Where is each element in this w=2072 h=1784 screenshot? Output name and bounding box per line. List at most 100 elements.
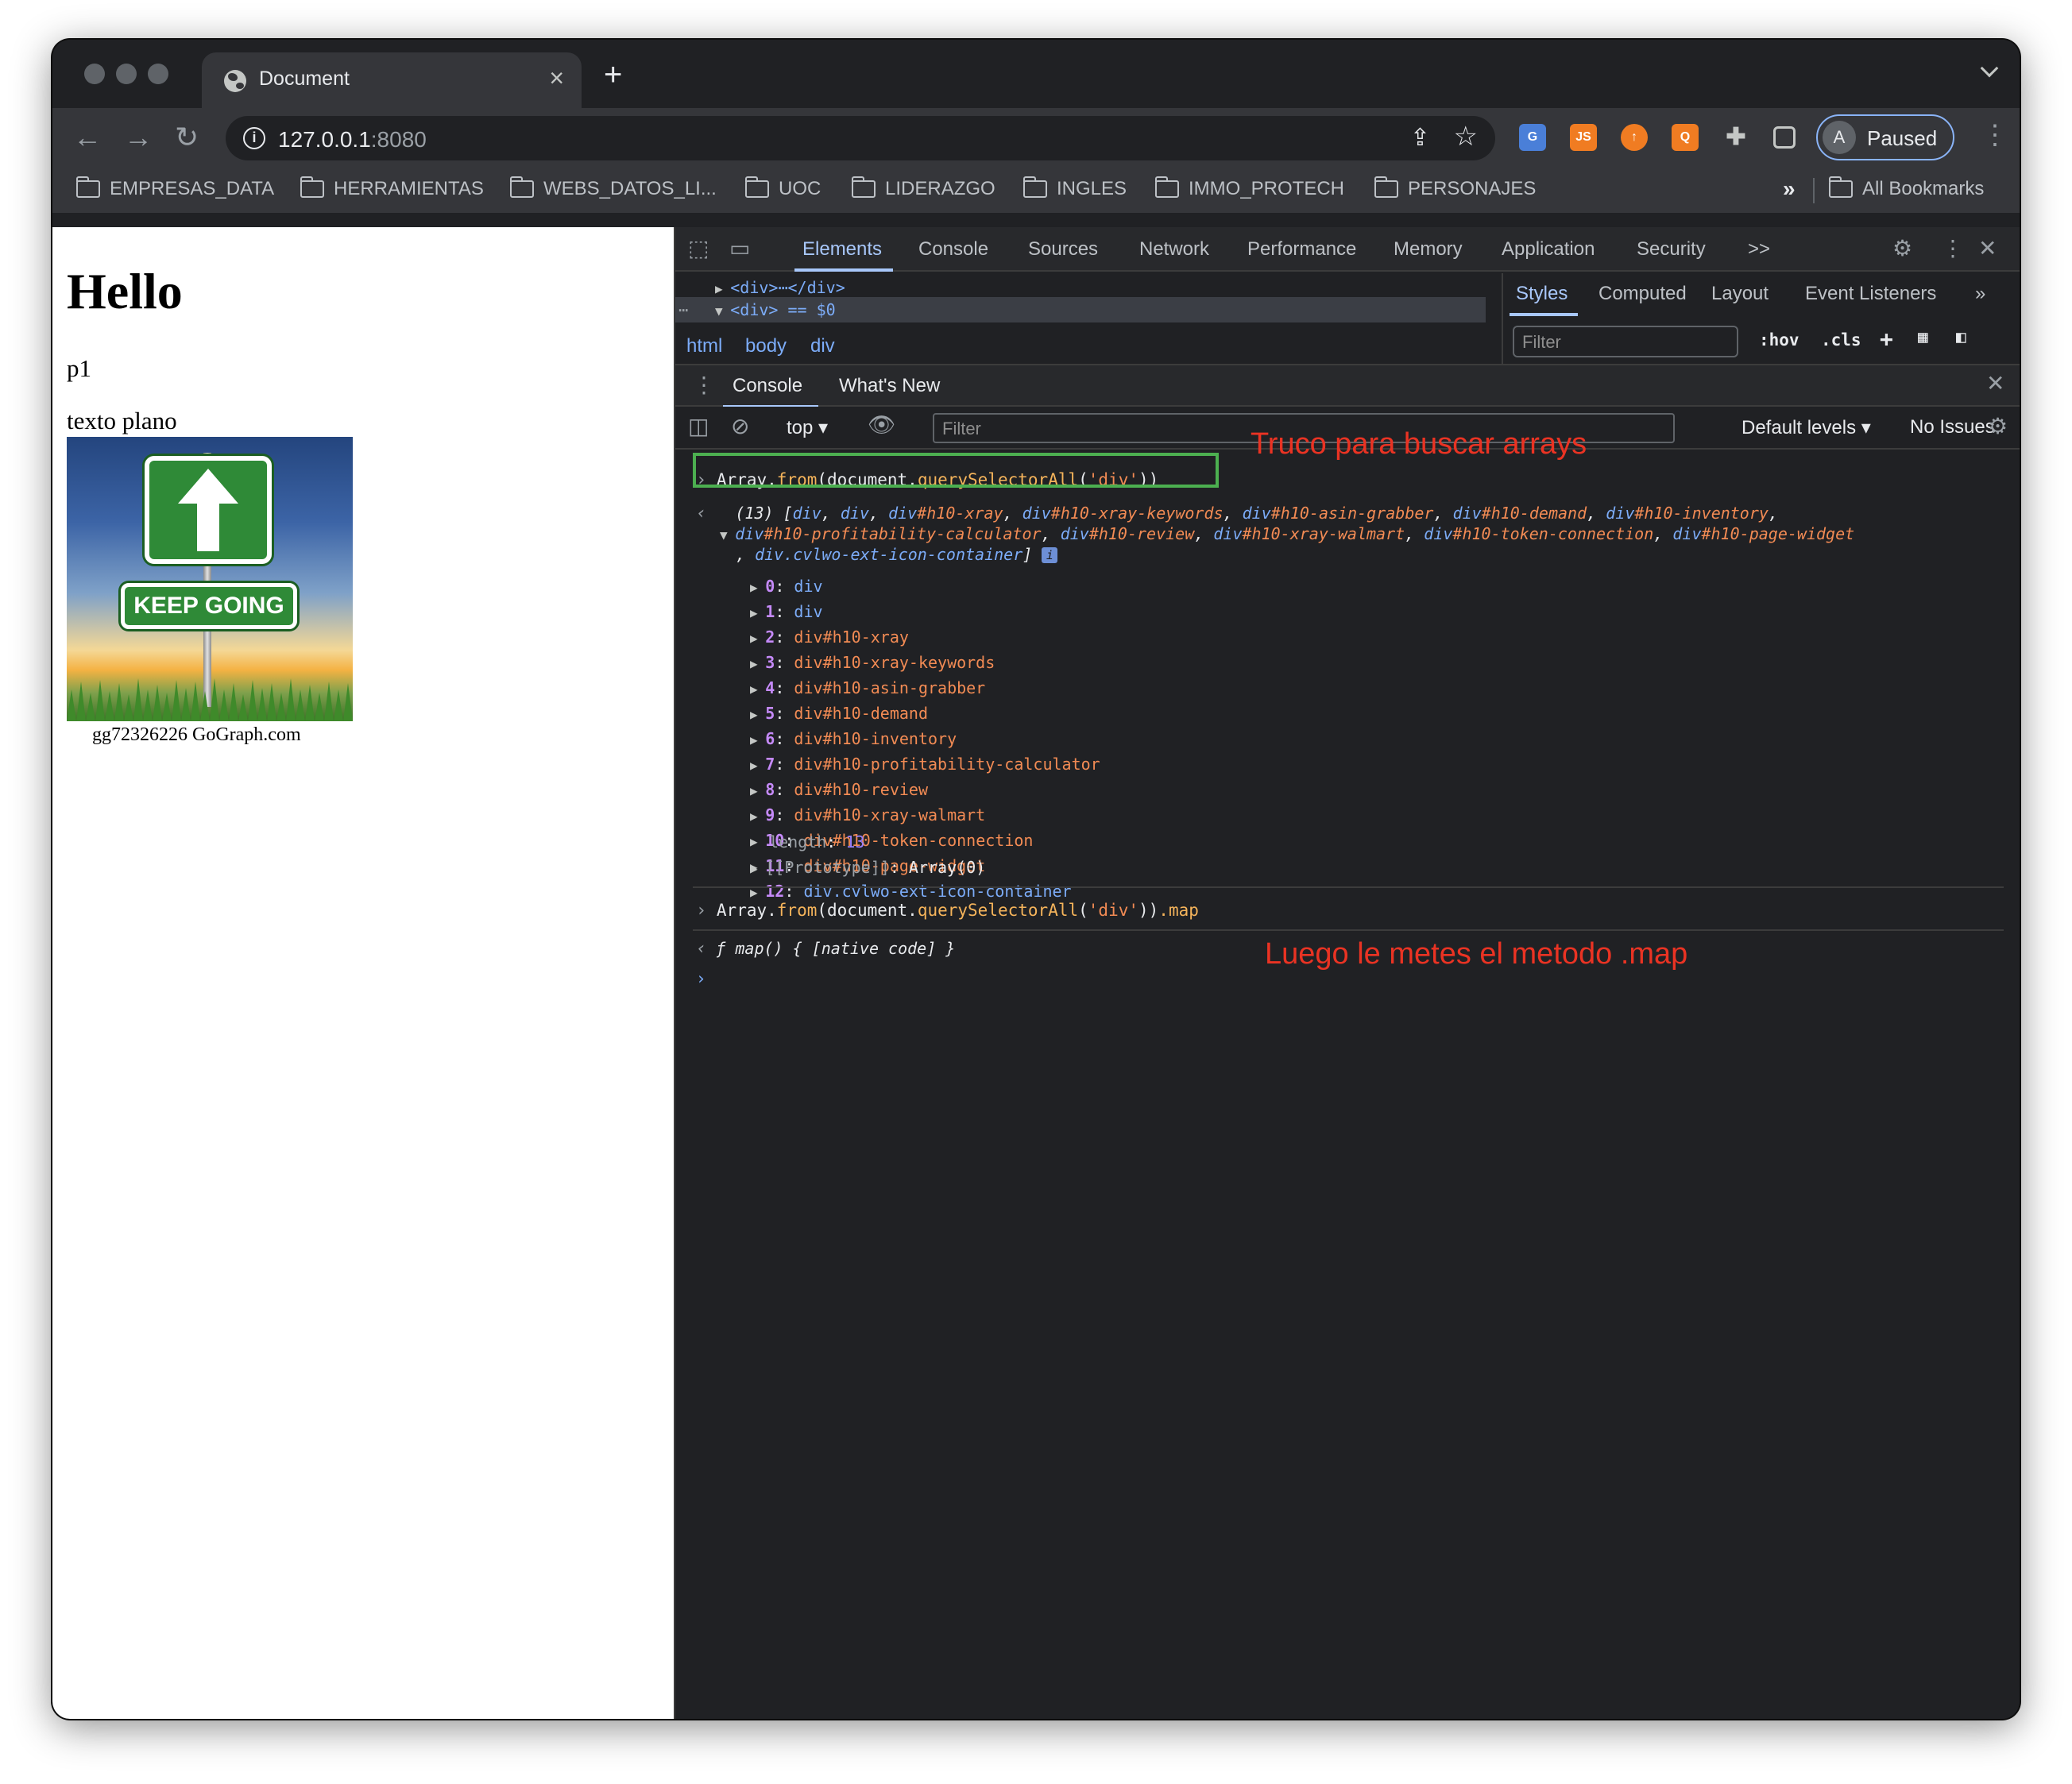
settings-gear-icon[interactable]: ⚙ bbox=[1892, 235, 1912, 261]
context-selector[interactable]: top ▾ bbox=[787, 416, 828, 439]
console-input-line-2[interactable]: › Array.from(document.querySelectorAll('… bbox=[696, 901, 1199, 921]
expand-triangle-icon[interactable]: ▶ bbox=[750, 809, 765, 824]
minimize-window-button[interactable] bbox=[116, 64, 137, 84]
console-result-summary-line2[interactable]: ▼ div#h10-profitability-calculator, div#… bbox=[720, 524, 1854, 543]
class-toggle[interactable]: .cls bbox=[1821, 330, 1861, 349]
array-item-row[interactable]: ▶ 7: div#h10-profitability-calculator bbox=[750, 755, 1100, 774]
array-item-row[interactable]: ▶ 5: div#h10-demand bbox=[750, 704, 928, 723]
site-info-icon[interactable]: i bbox=[243, 127, 265, 149]
log-levels-dropdown[interactable]: Default levels ▾ bbox=[1741, 416, 1871, 439]
console-result-summary[interactable]: ‹ (13) [div, div, div#h10-xray, div#h10-… bbox=[696, 504, 1778, 523]
drawer-tab-console[interactable]: Console bbox=[733, 375, 802, 397]
array-item-row[interactable]: ▶ 3: div#h10-xray-keywords bbox=[750, 653, 995, 672]
prototype-property[interactable]: ▶ [[Prototype]]: Array(0) bbox=[750, 858, 985, 877]
expand-triangle-icon[interactable]: ▶ bbox=[750, 580, 765, 595]
tab-event-listeners[interactable]: Event Listeners bbox=[1805, 283, 1936, 305]
clear-console-icon[interactable]: ⊘ bbox=[731, 413, 749, 439]
bookmark-star-icon[interactable]: ☆ bbox=[1454, 121, 1478, 153]
breadcrumb-div[interactable]: div bbox=[810, 335, 835, 357]
breadcrumb-body[interactable]: body bbox=[745, 335, 787, 357]
devtools-menu-icon[interactable]: ⋮ bbox=[1942, 235, 1964, 261]
browser-tab[interactable]: Document × bbox=[202, 52, 582, 108]
new-style-rule-icon[interactable]: + bbox=[1880, 326, 1893, 352]
hover-state-toggle[interactable]: :hov bbox=[1759, 330, 1799, 349]
url-text[interactable]: 127.0.0.1:8080 bbox=[278, 127, 427, 153]
array-item-row[interactable]: ▶ 6: div#h10-inventory bbox=[750, 729, 957, 748]
profile-button[interactable]: A Paused bbox=[1816, 114, 1954, 160]
array-item-row[interactable]: ▶ 8: div#h10-review bbox=[750, 780, 928, 799]
paint-icon[interactable]: ▦ bbox=[1918, 327, 1928, 346]
bookmark-folder[interactable]: IMMO_PROTECH bbox=[1155, 176, 1344, 200]
live-expression-eye-icon[interactable]: 👁 bbox=[868, 411, 896, 438]
expand-triangle-icon[interactable]: ▶ bbox=[750, 631, 765, 646]
sidebar-toggle-icon[interactable]: ◫ bbox=[688, 413, 709, 439]
tab-network[interactable]: Network bbox=[1139, 238, 1209, 261]
dom-node[interactable]: ▶ <div>⋯</div> bbox=[715, 278, 845, 297]
expand-triangle-icon[interactable]: ▶ bbox=[750, 783, 765, 798]
tab-styles[interactable]: Styles bbox=[1516, 283, 1568, 305]
bookmarks-overflow-button[interactable]: » bbox=[1783, 176, 1796, 202]
close-window-button[interactable] bbox=[84, 64, 105, 84]
tab-console[interactable]: Console bbox=[918, 238, 988, 261]
more-tabs-button[interactable]: >> bbox=[1748, 238, 1770, 261]
tab-search-chevron-icon[interactable] bbox=[1980, 59, 1999, 78]
ellipsis-icon[interactable]: ⋯ bbox=[678, 300, 688, 319]
all-bookmarks-button[interactable]: All Bookmarks bbox=[1829, 176, 1984, 200]
tab-layout[interactable]: Layout bbox=[1711, 283, 1769, 305]
bookmark-folder[interactable]: PERSONAJES bbox=[1374, 176, 1536, 200]
array-item-row[interactable]: ▶ 9: div#h10-xray-walmart bbox=[750, 805, 985, 824]
expand-triangle-icon[interactable]: ▶ bbox=[750, 707, 765, 722]
console-prompt[interactable]: › bbox=[696, 969, 706, 988]
more-styles-tabs-icon[interactable]: » bbox=[1975, 283, 1985, 305]
expand-triangle-icon[interactable]: ▶ bbox=[750, 656, 765, 671]
search-extension-icon[interactable]: Q bbox=[1672, 124, 1699, 151]
console-settings-gear-icon[interactable]: ⚙ bbox=[1988, 413, 2008, 439]
browser-menu-icon[interactable]: ⋮ bbox=[1981, 119, 2008, 151]
drawer-menu-icon[interactable]: ⋮ bbox=[693, 372, 715, 398]
computed-sidebar-icon[interactable]: ◧ bbox=[1956, 327, 1966, 346]
info-icon[interactable]: i bbox=[1042, 547, 1058, 563]
tab-computed[interactable]: Computed bbox=[1598, 283, 1687, 305]
expand-triangle-icon[interactable]: ▶ bbox=[750, 605, 765, 620]
bookmark-folder[interactable]: INGLES bbox=[1023, 176, 1127, 200]
bookmark-folder[interactable]: UOC bbox=[745, 176, 821, 200]
tab-elements[interactable]: Elements bbox=[802, 238, 882, 261]
inspect-element-icon[interactable]: ⬚ bbox=[688, 235, 709, 261]
js-extension-icon[interactable]: JS bbox=[1570, 124, 1597, 151]
device-toolbar-icon[interactable]: ▭ bbox=[729, 235, 750, 261]
bookmark-folder[interactable]: HERRAMIENTAS bbox=[300, 176, 484, 200]
console-result-summary-line3[interactable]: , div.cvlwo-ext-icon-container] i bbox=[736, 545, 1058, 564]
array-item-row[interactable]: ▶ 4: div#h10-asin-grabber bbox=[750, 678, 985, 697]
array-item-row[interactable]: ▶ 1: div bbox=[750, 602, 823, 621]
tab-security[interactable]: Security bbox=[1637, 238, 1706, 261]
array-item-row[interactable]: ▶ 0: div bbox=[750, 577, 823, 596]
forward-icon[interactable]: → bbox=[124, 118, 153, 157]
expand-triangle-icon[interactable]: ▶ bbox=[750, 682, 765, 697]
upload-extension-icon[interactable]: ↑ bbox=[1621, 124, 1648, 151]
bookmark-folder[interactable]: EMPRESAS_DATA bbox=[76, 176, 274, 200]
array-item-row[interactable]: ▶ 2: div#h10-xray bbox=[750, 627, 909, 647]
tab-application[interactable]: Application bbox=[1502, 238, 1595, 261]
back-icon[interactable]: ← bbox=[73, 118, 102, 157]
close-drawer-icon[interactable]: ✕ bbox=[1986, 370, 2004, 396]
tab-close-button[interactable]: × bbox=[549, 64, 564, 93]
breadcrumb-html[interactable]: html bbox=[686, 335, 722, 357]
issues-counter[interactable]: No Issues bbox=[1910, 416, 1995, 438]
translate-extension-icon[interactable]: G bbox=[1519, 124, 1546, 151]
tab-memory[interactable]: Memory bbox=[1394, 238, 1463, 261]
bookmark-folder[interactable]: LIDERAZGO bbox=[852, 176, 995, 200]
bookmark-folder[interactable]: WEBS_DATOS_LI... bbox=[510, 176, 717, 200]
drawer-tab-whats-new[interactable]: What's New bbox=[839, 375, 940, 397]
puzzle-icon[interactable]: ✚ bbox=[1722, 124, 1749, 151]
new-tab-button[interactable]: + bbox=[604, 57, 622, 93]
expand-triangle-icon[interactable]: ▶ bbox=[750, 732, 765, 747]
close-devtools-icon[interactable]: ✕ bbox=[1978, 235, 1997, 261]
address-bar[interactable]: i 127.0.0.1:8080 ⇪ ☆ bbox=[226, 116, 1495, 160]
console-result-2[interactable]: ‹ ƒ map() { [native code] } bbox=[696, 939, 955, 959]
dom-node-selected[interactable]: ▼ <div> == $0 bbox=[715, 300, 836, 319]
expand-triangle-icon[interactable]: ▶ bbox=[750, 758, 765, 773]
zoom-window-button[interactable] bbox=[148, 64, 168, 84]
tab-sources[interactable]: Sources bbox=[1028, 238, 1098, 261]
share-icon[interactable]: ⇪ bbox=[1410, 124, 1430, 152]
array-item-row[interactable]: ▶ 12: div.cvlwo-ext-icon-container bbox=[750, 882, 1072, 901]
